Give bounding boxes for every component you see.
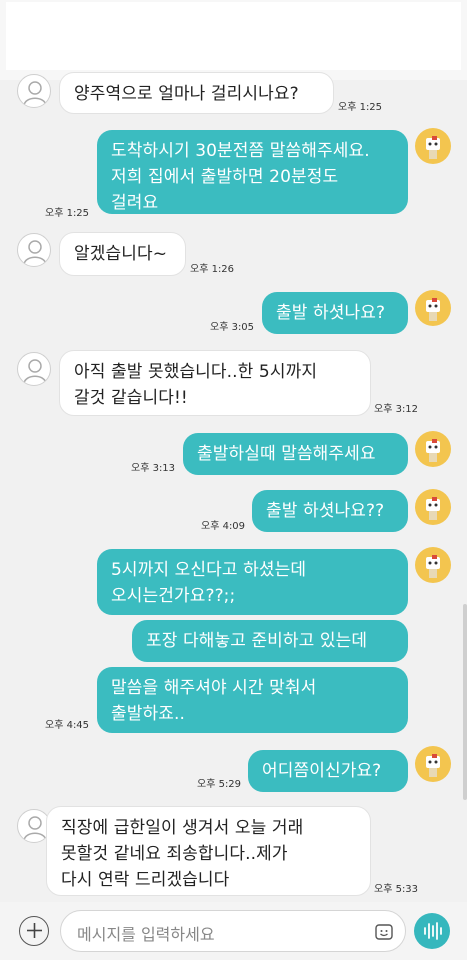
plus-icon <box>26 923 42 938</box>
character-avatar-icon <box>426 497 440 520</box>
message-bubble-incoming[interactable]: 양주역으로 얼마나 걸리시나요? <box>59 72 334 114</box>
character-avatar-icon <box>426 439 440 462</box>
attach-button[interactable] <box>19 916 49 946</box>
message-bubble-outgoing[interactable]: 출발 하셧나요? <box>262 292 408 334</box>
message-bubble-outgoing[interactable]: 출발하실때 말씀해주세요 <box>183 433 408 475</box>
chat-list[interactable]: 양주역으로 얼마나 걸리시나요? 오후 1:25 도착하시기 30분전쯤 말씀해… <box>0 0 467 960</box>
message-time: 오후 1:25 <box>45 208 90 219</box>
message-input-placeholder: 메시지를 입력하세요 <box>77 925 215 944</box>
emoji-icon[interactable] <box>374 922 394 942</box>
scrollbar[interactable] <box>463 604 467 800</box>
person-outline-icon <box>23 81 47 106</box>
person-outline-icon <box>23 359 47 384</box>
person-outline-icon <box>23 240 47 265</box>
contact-avatar[interactable] <box>17 74 51 108</box>
my-avatar[interactable] <box>415 547 451 583</box>
message-time: 오후 3:13 <box>131 463 176 474</box>
message-time: 오후 1:26 <box>190 264 235 275</box>
my-avatar[interactable] <box>415 128 451 164</box>
message-time: 오후 3:05 <box>210 322 255 333</box>
message-bubble-incoming[interactable]: 직장에 급한일이 생겨서 오늘 거래 못할것 같네요 죄송합니다..제가 다시 … <box>46 806 371 896</box>
voice-button[interactable] <box>414 913 450 949</box>
message-time: 오후 3:12 <box>374 404 419 415</box>
message-bubble-incoming[interactable]: 알겠습니다~ <box>59 232 186 276</box>
character-avatar-icon <box>426 754 440 777</box>
message-bubble-outgoing[interactable]: 말씀을 해주셔야 시간 맞춰서 출발하죠.. <box>97 667 408 733</box>
my-avatar[interactable] <box>415 431 451 467</box>
contact-avatar[interactable] <box>17 233 51 267</box>
character-avatar-icon <box>426 298 440 321</box>
message-input-bar: 메시지를 입력하세요 <box>0 902 467 960</box>
message-time: 오후 4:09 <box>201 521 246 532</box>
message-time: 오후 4:45 <box>45 720 90 731</box>
message-bubble-outgoing[interactable]: 포장 다해놓고 준비하고 있는데 <box>132 620 408 662</box>
character-avatar-icon <box>426 555 440 578</box>
message-bubble-incoming[interactable]: 아직 출발 못했습니다..한 5시까지 갈것 같습니다!! <box>59 350 371 416</box>
message-time: 오후 5:33 <box>374 884 419 895</box>
message-input[interactable]: 메시지를 입력하세요 <box>60 910 406 952</box>
my-avatar[interactable] <box>415 489 451 525</box>
character-avatar-icon <box>426 136 440 159</box>
message-bubble-outgoing[interactable]: 어디쯤이신가요? <box>248 750 408 792</box>
contact-avatar[interactable] <box>17 352 51 386</box>
voice-wave-icon <box>424 922 442 940</box>
message-time: 오후 5:29 <box>197 779 242 790</box>
message-bubble-outgoing[interactable]: 출발 하셧나요?? <box>252 490 408 532</box>
message-bubble-outgoing[interactable]: 도착하시기 30분전쯤 말씀해주세요. 저희 집에서 출발하면 20분정도 걸려… <box>97 130 408 214</box>
my-avatar[interactable] <box>415 746 451 782</box>
my-avatar[interactable] <box>415 290 451 326</box>
message-time: 오후 1:25 <box>338 102 383 113</box>
message-bubble-outgoing[interactable]: 5시까지 오신다고 하셨는데 오시는건가요??;; <box>97 549 408 615</box>
